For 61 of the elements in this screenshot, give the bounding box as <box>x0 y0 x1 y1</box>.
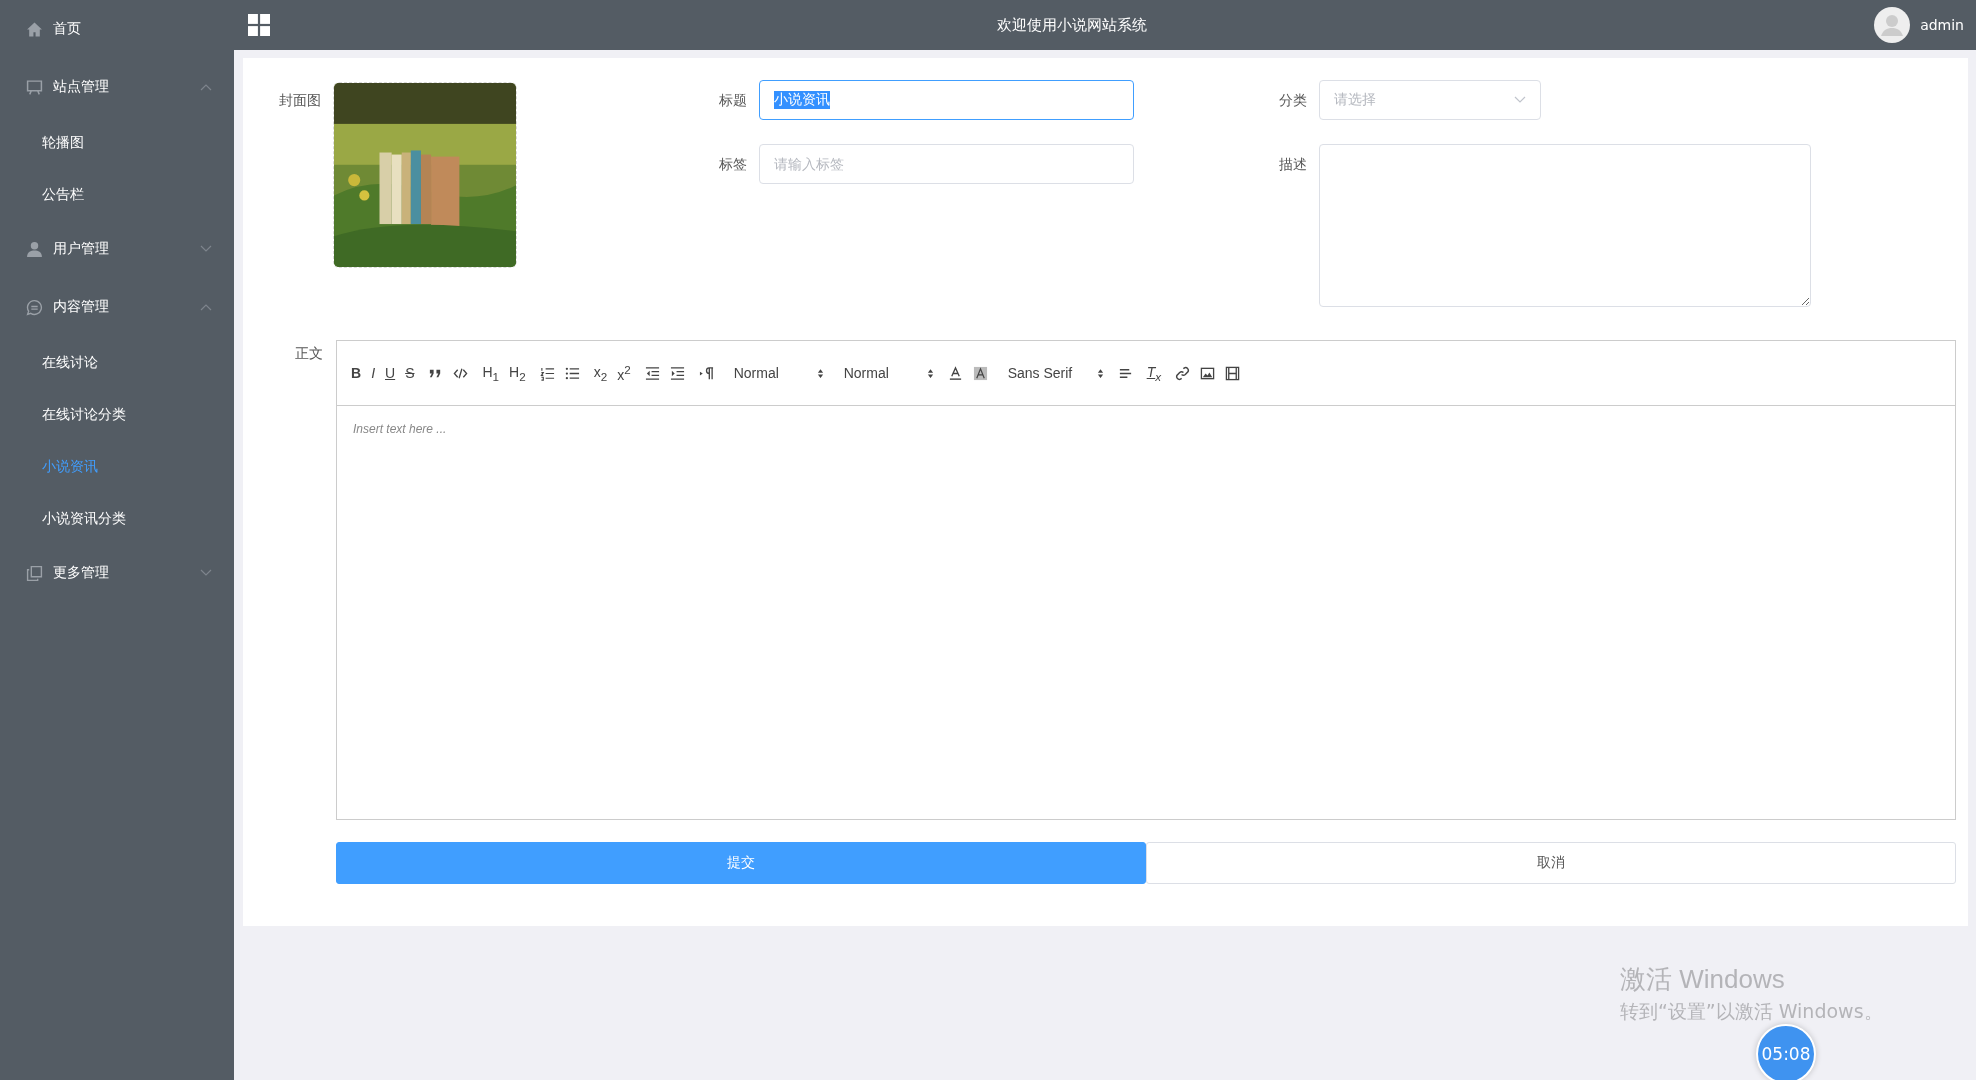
submenu-item[interactable]: 在线讨论分类 <box>0 394 234 434</box>
chevron-up-icon <box>200 303 212 311</box>
menu-item[interactable]: 用户管理 <box>0 226 234 272</box>
highlight-icon[interactable] <box>972 365 988 381</box>
image-icon[interactable] <box>1200 365 1216 381</box>
link-icon[interactable] <box>1175 365 1191 381</box>
dropdown-picker[interactable]: Normal <box>837 365 934 381</box>
clear-format-button[interactable]: T$_{x}$ <box>1146 363 1162 383</box>
indent-icon[interactable] <box>669 365 685 381</box>
format-button[interactable]: U <box>385 365 396 381</box>
cancel-button[interactable]: 取消 <box>1146 842 1956 884</box>
numbered-list-icon[interactable] <box>539 365 555 381</box>
user-name[interactable]: admin <box>1920 17 1964 33</box>
format-button[interactable]: S <box>405 365 415 381</box>
menu-item[interactable]: 更多管理 <box>0 550 234 596</box>
page-title: 欢迎使用小说网站系统 <box>996 15 1149 35</box>
chevron-down-icon <box>200 245 212 253</box>
submenu-item[interactable]: 公告栏 <box>0 174 234 214</box>
up-down-arrows-icon <box>1096 367 1104 379</box>
video-icon[interactable] <box>1225 365 1241 381</box>
menu-item[interactable]: 站点管理 <box>0 64 234 110</box>
field-label: 正文 <box>294 344 323 363</box>
field-label: 封面图 <box>278 91 321 110</box>
outdent-icon[interactable] <box>644 365 660 381</box>
chevron-down-icon <box>200 569 212 577</box>
description-field[interactable] <box>1319 144 1811 307</box>
activation-hint: 转到“设置”以激活 Windows。 <box>1620 999 1883 1024</box>
copy-icon <box>26 564 43 582</box>
format-button[interactable]: I <box>371 365 375 381</box>
script-button[interactable]: x$_{2}$ <box>593 363 608 383</box>
script-button[interactable]: x$^{2}$ <box>617 363 631 383</box>
submenu-item[interactable]: 小说资讯分类 <box>0 498 234 538</box>
editor-area[interactable]: Insert text here ... <box>337 406 1955 819</box>
home-icon <box>26 20 43 38</box>
pilcrow-icon[interactable] <box>698 365 714 381</box>
user-icon <box>26 240 43 258</box>
menu-item[interactable]: 首页 <box>0 6 234 52</box>
up-down-arrows-icon <box>816 367 824 379</box>
up-down-arrows-icon <box>926 367 934 379</box>
dropdown-picker[interactable]: Normal <box>727 365 824 381</box>
activation-title: 激活 Windows <box>1620 963 1786 996</box>
text-color-icon[interactable] <box>947 365 963 381</box>
field-label: 描述 <box>1278 155 1307 174</box>
chevron-down-icon <box>1514 96 1526 104</box>
font-picker[interactable]: Sans Serif <box>1001 365 1104 381</box>
header-button[interactable]: H$_{2}$ <box>509 363 526 383</box>
submenu-item[interactable]: 在线讨论 <box>0 342 234 382</box>
tags-field[interactable]: 请输入标签 <box>759 144 1134 184</box>
grid-icon[interactable] <box>248 14 270 36</box>
monitor-icon <box>26 78 43 96</box>
submenu-item[interactable]: 轮播图 <box>0 122 234 162</box>
field-label: 标题 <box>718 91 747 110</box>
format-button[interactable]: B <box>351 365 362 381</box>
chevron-up-icon <box>200 83 212 91</box>
field-label: 分类 <box>1278 91 1307 110</box>
field-label: 标签 <box>718 155 747 174</box>
avatar-icon[interactable] <box>1874 7 1911 43</box>
header-button[interactable]: H$_{1}$ <box>482 363 500 383</box>
chat-icon <box>26 298 43 316</box>
bullet-list-icon[interactable] <box>564 365 580 381</box>
menu-item[interactable]: 内容管理 <box>0 284 234 330</box>
